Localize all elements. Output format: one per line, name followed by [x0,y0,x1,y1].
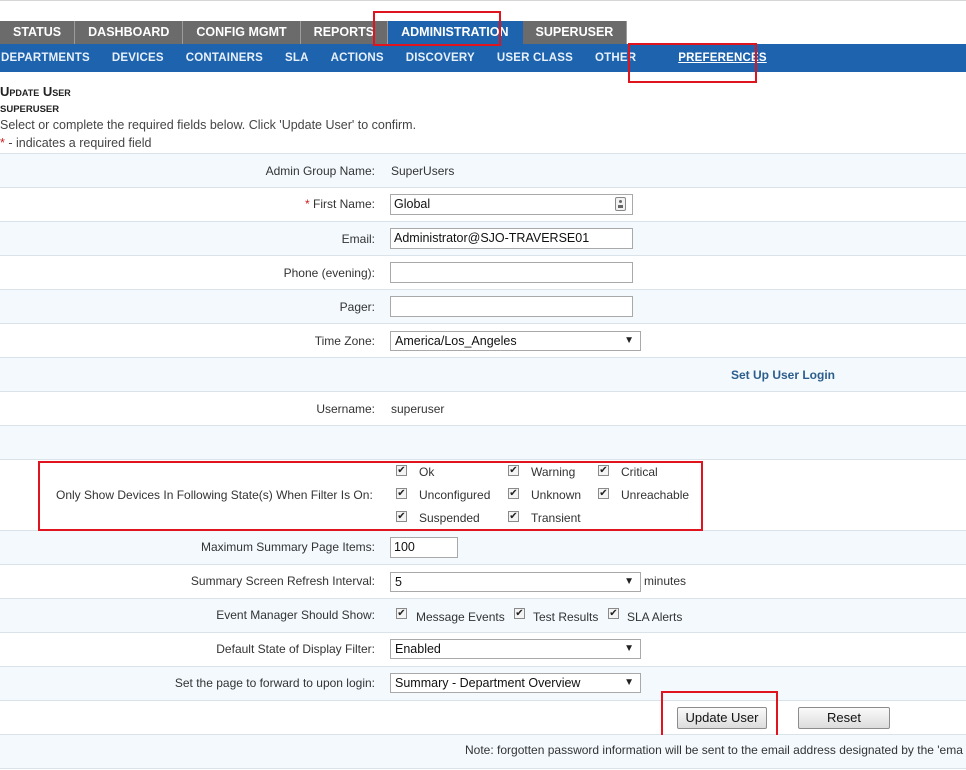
max-summary-input[interactable]: 100 [390,537,458,558]
test-results-checkbox[interactable]: ✔ [514,608,525,619]
phone-input[interactable] [390,262,633,283]
tab-dashboard[interactable]: DASHBOARD [75,21,184,44]
forward-page-value: Summary - Department Overview [395,676,581,690]
dropdown-arrow-icon: ▼ [624,677,634,688]
row-setup-login: Set Up User Login [0,358,966,392]
timezone-value: America/Los_Angeles [395,334,517,348]
phone-label: Phone (evening): [283,266,375,280]
event-manager-label: Event Manager Should Show: [216,608,375,622]
highlight-update-button [661,691,778,737]
row-username: Username: superuser [0,392,966,426]
sla-alerts-label: SLA Alerts [627,610,683,624]
admin-group-label: Admin Group Name: [265,164,375,178]
forward-page-select[interactable]: Summary - Department Overview ▼ [390,673,641,693]
test-results-label: Test Results [533,610,599,624]
row-admin-group: Admin Group Name: SuperUsers [0,153,966,188]
message-events-label: Message Events [416,610,505,624]
display-filter-value: Enabled [395,642,441,656]
username-label: Username: [316,402,375,416]
dropdown-arrow-icon: ▼ [624,643,634,654]
admin-subnav: DEPARTMENTS DEVICES CONTAINERS SLA ACTIO… [0,44,966,72]
first-name-input[interactable]: Global [390,194,633,215]
highlight-preferences-tab [628,43,757,83]
contact-card-icon[interactable] [615,197,626,211]
refresh-select[interactable]: 5 ▼ [390,572,641,592]
row-first-name: * First Name: Global [0,188,966,222]
first-name-value: Global [394,197,431,211]
setup-user-login-link[interactable]: Set Up User Login [731,368,835,382]
subtab-containers[interactable]: CONTAINERS [186,52,285,64]
row-email: Email: Administrator@SJO-TRAVERSE01 [0,222,966,256]
row-buttons: Update User Reset [0,701,966,735]
refresh-label: Summary Screen Refresh Interval: [190,574,375,588]
subtab-user-class[interactable]: USER CLASS [497,52,595,64]
subtab-devices[interactable]: DEVICES [112,52,186,64]
row-timezone: Time Zone: America/Los_Angeles ▼ [0,324,966,358]
message-events-checkbox[interactable]: ✔ [396,608,407,619]
timezone-label: Time Zone: [314,334,375,348]
tab-superuser[interactable]: SUPERUSER [522,21,628,44]
reset-button[interactable]: Reset [798,707,890,729]
row-phone: Phone (evening): [0,256,966,290]
highlight-administration-tab [373,11,501,46]
dropdown-arrow-icon: ▼ [624,335,634,346]
pager-input[interactable] [390,296,633,317]
subtab-departments[interactable]: DEPARTMENTS [0,52,112,64]
display-filter-select[interactable]: Enabled ▼ [390,639,641,659]
row-display-filter: Default State of Display Filter: Enabled… [0,633,966,667]
footer-note: Note: forgotten password information wil… [465,743,963,757]
highlight-state-filter [38,461,703,531]
email-label: Email: [341,232,375,246]
refresh-value: 5 [395,575,402,589]
row-spacer [0,426,966,460]
timezone-select[interactable]: America/Los_Angeles ▼ [390,331,641,351]
first-name-label-text: First Name: [312,197,375,211]
first-name-required-star: * [304,197,310,211]
display-filter-label: Default State of Display Filter: [216,642,375,656]
required-note: * - indicates a required field [0,136,151,150]
row-footer-note: Note: forgotten password information wil… [0,735,966,769]
row-max-summary: Maximum Summary Page Items: 100 [0,531,966,565]
tab-status[interactable]: STATUS [0,21,76,44]
sla-alerts-checkbox[interactable]: ✔ [608,608,619,619]
forward-page-label: Set the page to forward to upon login: [174,676,375,690]
refresh-unit: minutes [644,574,687,588]
first-name-label: * First Name: [305,197,375,211]
required-note-text: - indicates a required field [4,136,152,150]
username-value: superuser [391,402,445,416]
row-forward-page: Set the page to forward to upon login: S… [0,667,966,701]
row-refresh: Summary Screen Refresh Interval: 5 ▼ min… [0,565,966,599]
admin-group-value: SuperUsers [391,164,455,178]
pager-label: Pager: [339,300,375,314]
page-subtitle: SUPERUSER [0,104,60,115]
tab-config-mgmt[interactable]: CONFIG MGMT [183,21,301,44]
dropdown-arrow-icon: ▼ [624,576,634,587]
page-title: Update User [0,84,71,99]
instructions-text: Select or complete the required fields b… [0,118,417,132]
max-summary-label: Maximum Summary Page Items: [200,540,375,554]
subtab-discovery[interactable]: DISCOVERY [406,52,497,64]
email-input[interactable]: Administrator@SJO-TRAVERSE01 [390,228,633,249]
row-event-manager: Event Manager Should Show: ✔ Message Eve… [0,599,966,633]
main-nav-tabs: STATUS DASHBOARD CONFIG MGMT REPORTS ADM… [0,21,628,44]
subtab-actions[interactable]: ACTIONS [331,52,406,64]
subtab-sla[interactable]: SLA [285,52,331,64]
row-pager: Pager: [0,290,966,324]
